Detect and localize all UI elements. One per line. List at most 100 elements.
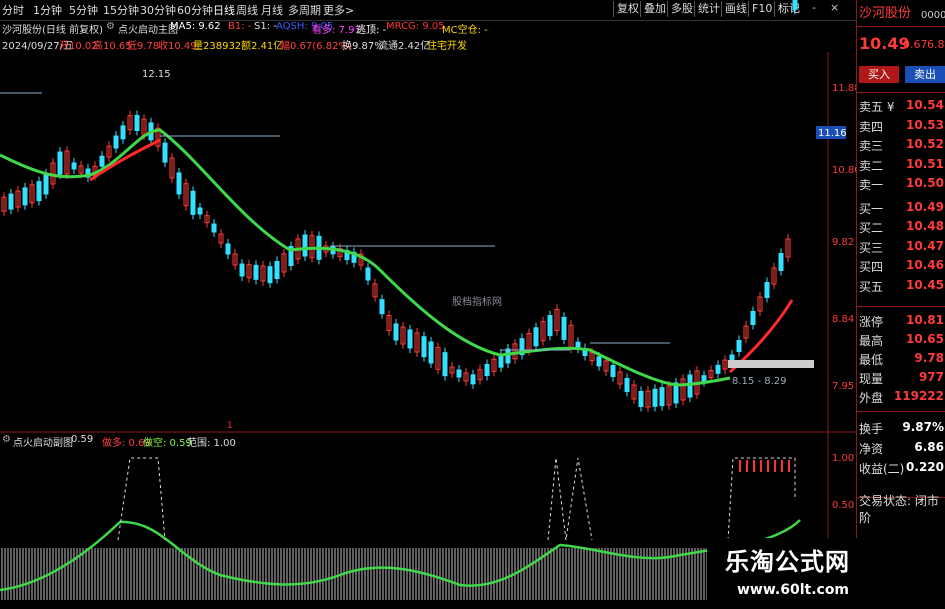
quote-label: 卖三: [859, 139, 884, 153]
quote-row: 最低 9.78: [857, 351, 945, 368]
quote-label: 买二: [859, 221, 884, 235]
watermark-url: www.60lt.com: [737, 582, 850, 598]
quote-value: 9.87%: [902, 420, 944, 434]
candle-body: [610, 365, 616, 377]
candle-body: [750, 311, 756, 325]
quote-value: 6.86: [914, 440, 944, 454]
divider: [857, 306, 945, 307]
quote-value: 9.78: [914, 351, 944, 365]
quote-label: 现量: [859, 372, 884, 386]
price-pct: 6.82: [927, 38, 945, 51]
candle-body: [57, 151, 63, 175]
quote-row: 卖一 10.50: [857, 176, 945, 193]
quote-row: 外盘 119222: [857, 389, 945, 406]
quote-row: 卖四 10.53: [857, 118, 945, 135]
candle-body: [267, 266, 273, 284]
candle-body: [652, 388, 658, 407]
quote-label: 涨停: [859, 315, 884, 329]
quote-row: 买五 10.45: [857, 278, 945, 295]
quote-label: 净资: [859, 442, 884, 456]
sub-indicator-bar: ⚙ 点火启动副图 0.59 做多: 0.69 做空: 0.59 范围: 1.00: [0, 434, 830, 450]
quote-row: 换手 9.87%: [857, 420, 945, 437]
candle-body: [197, 207, 203, 215]
candle-body: [470, 374, 476, 385]
candle-body: [421, 336, 427, 358]
candle-body: [379, 299, 385, 315]
quote-value: 10.81: [906, 313, 944, 327]
center-watermark: 股档指标网: [452, 295, 502, 308]
candle-body: [596, 356, 602, 367]
candle-body: [561, 316, 567, 340]
quote-value: 119222: [893, 389, 944, 403]
candle-body: [162, 142, 168, 163]
quote-label: 卖五 ¥: [859, 100, 895, 114]
quote-row: 买三 10.47: [857, 239, 945, 256]
candle-body: [764, 282, 770, 298]
quote-row: 最高 10.65: [857, 332, 945, 349]
divider: [857, 26, 945, 27]
quote-label: 收益(二): [859, 462, 905, 476]
price-highlight: 11.16: [818, 128, 847, 139]
sub-axis-tick: 0.50: [832, 500, 854, 511]
kline-chart[interactable]: 11.88 10.80 9.82 8.84 7.95 11.16 12.15 8…: [0, 0, 856, 609]
quote-label: 最高: [859, 334, 884, 348]
quote-value: 10.54: [906, 98, 944, 112]
candle-body: [71, 162, 77, 170]
quote-label: 买一: [859, 201, 884, 216]
candle-body: [456, 369, 462, 378]
quote-value: 10.49: [906, 199, 944, 214]
quote-label: 买四: [859, 260, 884, 274]
trade-status: 交易状态: 闭市阶: [859, 494, 939, 525]
candle-body: [484, 364, 490, 376]
buy-button[interactable]: 买入: [859, 66, 899, 83]
candle-body: [239, 263, 245, 277]
candle-body: [43, 173, 49, 195]
grey-band: [728, 360, 814, 368]
candle-body: [36, 181, 42, 202]
sub-dashed-line: [547, 457, 593, 541]
sub-title[interactable]: 点火启动副图: [13, 434, 73, 449]
candle-body: [428, 341, 434, 364]
quote-row: 收益(二) 0.220: [857, 460, 945, 477]
quote-row: 现量 977: [857, 370, 945, 387]
sub-value: 0.59: [71, 434, 94, 445]
range-label: 8.15 - 8.29: [732, 376, 787, 387]
quote-value: 10.52: [906, 137, 944, 151]
quote-row: 涨停 10.81: [857, 313, 945, 330]
candle-body: [624, 378, 630, 392]
candle-body: [533, 327, 539, 347]
candle-body: [176, 172, 182, 195]
candle-body: [120, 125, 126, 140]
candle-body: [442, 352, 448, 377]
quote-label: 换手: [859, 422, 884, 436]
peak-label: 12.15: [142, 69, 171, 80]
quote-label: 最低: [859, 353, 884, 367]
quote-row: 买二 10.48: [857, 219, 945, 236]
price-change: 0.67: [903, 38, 928, 51]
quote-value: 10.65: [906, 332, 944, 346]
candle-body: [190, 190, 196, 215]
sub-settings-icon[interactable]: ⚙: [2, 434, 11, 445]
candle-body: [393, 323, 399, 341]
candlesticks: [1, 0, 798, 412]
price-tick: 11.88: [832, 83, 856, 94]
divider: [857, 92, 945, 93]
price-tick: 10.80: [832, 165, 856, 176]
quote-row: 卖二 10.51: [857, 157, 945, 174]
candle-body: [365, 267, 371, 281]
price-tick: 7.95: [832, 381, 854, 392]
quote-value: 977: [918, 370, 944, 384]
quote-row: 卖五 ¥ 10.54: [857, 98, 945, 115]
candle-body: [407, 329, 413, 349]
candle-body: [687, 374, 693, 398]
sell-button[interactable]: 卖出: [905, 66, 945, 83]
sub-kongkong: 做空: 0.59: [143, 438, 192, 449]
candle-body: [715, 364, 721, 374]
quote-value: 0.220: [906, 460, 944, 474]
quote-label: 买三: [859, 240, 884, 255]
quote-panel: 沙河股份 000014 10.49 0.67 6.82 买入 卖出 卖五 ¥ 10…: [707, 0, 945, 609]
quote-label: 外盘: [859, 391, 884, 405]
quote-label: 买五: [859, 279, 884, 294]
quote-value: 10.45: [906, 277, 944, 292]
quote-value: 10.48: [906, 219, 944, 233]
